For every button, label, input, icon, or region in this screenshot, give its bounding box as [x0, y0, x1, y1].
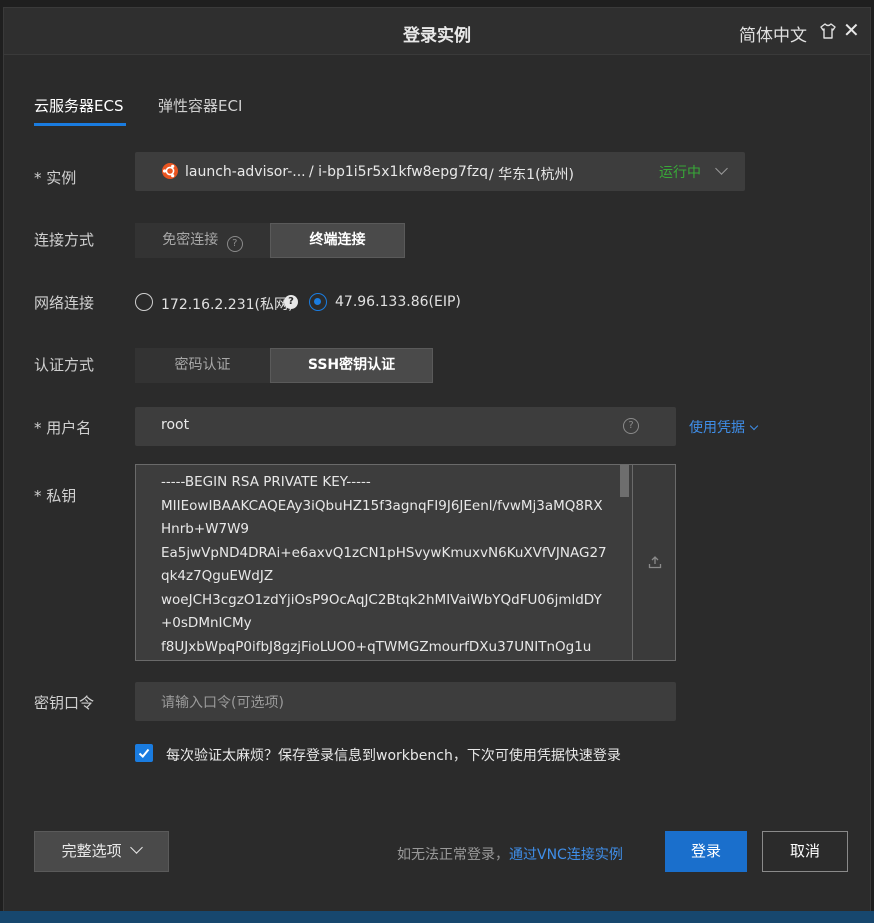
eip-radio[interactable]	[309, 293, 327, 311]
instance-id: / i-bp1i5r5x1kfw8epg7fzq	[309, 164, 489, 180]
connection-label: 连接方式	[34, 231, 95, 249]
username-value: root	[161, 417, 190, 433]
language-selector[interactable]: 简体中文	[739, 21, 807, 46]
help-icon[interactable]: ?	[226, 236, 243, 252]
passphrase-input[interactable]: 请输入口令(可选项)	[135, 682, 676, 721]
passphrase-placeholder: 请输入口令(可选项)	[161, 695, 284, 711]
passphrase-label: 密钥口令	[34, 694, 95, 712]
chevron-down-icon	[750, 421, 759, 431]
passwordless-connect-label: 免密连接	[162, 232, 219, 248]
network-label: 网络连接	[34, 294, 95, 312]
remember-text: 每次验证太麻烦？保存登录信息到workbench，下次可使用凭据快速登录	[166, 748, 621, 764]
instance-select[interactable]: launch-advisor-... / i-bp1i5r5x1kfw8epg7…	[135, 152, 745, 191]
private-ip-label: 172.16.2.231(私网)	[161, 297, 294, 313]
login-button[interactable]: 登录	[665, 831, 747, 872]
instance-name: launch-advisor-...	[185, 164, 306, 180]
instance-region: / 华东1(杭州)	[489, 167, 574, 183]
tab-ecs[interactable]: 云服务器ECS	[34, 95, 123, 116]
active-tab-indicator	[34, 123, 126, 126]
checkmark-icon	[138, 748, 150, 758]
username-label: * 用户名	[34, 419, 92, 437]
ubuntu-icon	[162, 163, 178, 179]
username-input[interactable]: root ?	[135, 407, 676, 446]
ssh-key-auth-option[interactable]: SSH密钥认证	[270, 348, 433, 383]
use-credential-link[interactable]: 使用凭据	[689, 417, 759, 437]
upload-icon	[648, 556, 662, 569]
cancel-button[interactable]: 取消	[762, 831, 848, 872]
private-key-label: * 私钥	[34, 487, 77, 505]
private-key-textarea[interactable]: -----BEGIN RSA PRIVATE KEY----- MIIEowIBA…	[135, 464, 676, 661]
chevron-down-icon	[130, 841, 144, 854]
terminal-connect-option[interactable]: 终端连接	[270, 223, 405, 258]
instance-status: 运行中	[659, 165, 701, 181]
auth-label: 认证方式	[34, 356, 95, 374]
close-icon[interactable]: ✕	[843, 20, 860, 40]
chevron-down-icon	[715, 162, 728, 175]
private-key-content: -----BEGIN RSA PRIVATE KEY----- MIIEowIBA…	[161, 474, 607, 655]
background-taskbar	[0, 911, 874, 923]
instance-label: * 实例	[34, 169, 77, 187]
upload-key-button[interactable]	[632, 465, 675, 660]
login-hint: 如无法正常登录，通过VNC连接实例	[397, 847, 623, 863]
scroll-thumb[interactable]	[620, 465, 629, 497]
help-icon[interactable]: ?	[284, 295, 298, 309]
vnc-link[interactable]: 通过VNC连接实例	[509, 847, 623, 863]
remember-checkbox[interactable]	[135, 744, 153, 762]
eip-label: 47.96.133.86(EIP)	[335, 294, 461, 310]
scrollbar[interactable]	[619, 465, 631, 660]
dialog-titlebar: 登录实例 简体中文 ✕	[4, 8, 870, 55]
help-icon[interactable]: ?	[623, 418, 639, 434]
tab-eci[interactable]: 弹性容器ECI	[158, 95, 242, 116]
full-options-button[interactable]: 完整选项	[34, 831, 169, 872]
login-dialog: 登录实例 简体中文 ✕ 云服务器ECS 弹性容器ECI * 实例 launch-…	[3, 7, 871, 913]
private-ip-radio[interactable]	[135, 293, 153, 311]
passwordless-connect-option[interactable]: 免密连接 ?	[135, 223, 270, 258]
theme-shirt-icon[interactable]	[819, 22, 837, 40]
password-auth-option[interactable]: 密码认证	[135, 348, 270, 383]
